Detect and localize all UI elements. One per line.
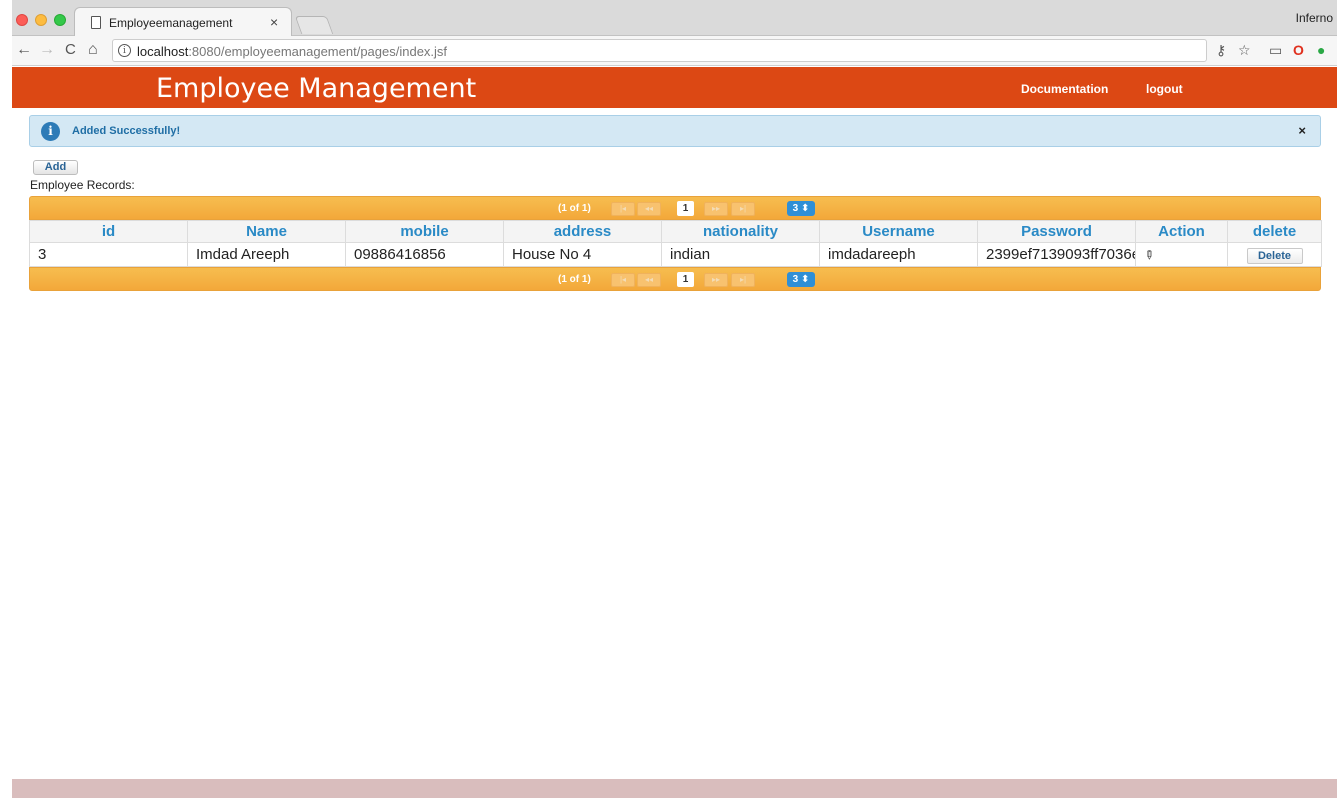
rows-per-page-select[interactable]: 3 ⬍ <box>787 201 815 216</box>
last-page-button[interactable]: ▸| <box>731 273 755 287</box>
prev-page-button[interactable]: ◂◂ <box>637 273 661 287</box>
page-count: (1 of 1) <box>558 274 591 285</box>
browser-tab[interactable]: Employeemanagement × <box>74 7 292 36</box>
success-message: i Added Successfully! × <box>29 115 1321 147</box>
document-icon <box>91 16 101 29</box>
cell-address: House No 4 <box>503 242 662 267</box>
documentation-link[interactable]: Documentation <box>1021 82 1108 96</box>
next-page-button[interactable]: ▸▸ <box>704 273 728 287</box>
add-button[interactable]: Add <box>33 160 78 175</box>
reload-icon[interactable]: C <box>65 41 76 59</box>
back-arrow-icon[interactable]: ← <box>16 41 32 59</box>
profile-name[interactable]: Inferno <box>1296 11 1333 25</box>
forward-arrow-icon[interactable]: → <box>39 41 55 59</box>
next-page-button[interactable]: ▸▸ <box>704 202 728 216</box>
current-page[interactable]: 1 <box>677 201 694 216</box>
header-banner: Employee Management Documentation logout <box>12 67 1337 108</box>
new-tab-button[interactable] <box>294 16 334 34</box>
cell-action: ✎ <box>1135 242 1228 267</box>
column-header-username[interactable]: Username <box>819 220 978 243</box>
records-label: Employee Records: <box>30 178 135 192</box>
current-page[interactable]: 1 <box>677 272 694 287</box>
message-text: Added Successfully! <box>72 125 181 137</box>
close-icon[interactable]: × <box>1298 123 1306 138</box>
employee-table: id Name mobile address nationality Usern… <box>29 220 1322 267</box>
delete-button[interactable]: Delete <box>1246 247 1303 264</box>
column-header-id[interactable]: id <box>29 220 188 243</box>
info-icon: i <box>41 122 60 141</box>
column-header-name[interactable]: Name <box>187 220 346 243</box>
logout-link[interactable]: logout <box>1146 82 1183 96</box>
page-content: Employee Management Documentation logout… <box>12 67 1337 798</box>
cell-delete: Delete <box>1227 242 1322 267</box>
first-page-button[interactable]: |◂ <box>611 273 635 287</box>
table-row: 3 Imdad Areeph 09886416856 House No 4 in… <box>29 242 1322 267</box>
cell-id: 3 <box>29 242 188 267</box>
opera-extension-icon[interactable]: O <box>1293 42 1304 58</box>
green-extension-icon[interactable]: ● <box>1317 42 1325 58</box>
browser-window: Employeemanagement × Inferno ← → C ⌂ i l… <box>12 0 1337 798</box>
maximize-window-button[interactable] <box>54 14 66 26</box>
star-icon[interactable]: ☆ <box>1238 42 1251 58</box>
home-icon[interactable]: ⌂ <box>88 41 98 59</box>
rows-per-page-select[interactable]: 3 ⬍ <box>787 272 815 287</box>
url-host: localhost <box>137 44 189 59</box>
last-page-button[interactable]: ▸| <box>731 202 755 216</box>
minimize-window-button[interactable] <box>35 14 47 26</box>
key-icon[interactable]: ⚷ <box>1216 42 1226 58</box>
app-title: Employee Management <box>156 73 477 104</box>
prev-page-button[interactable]: ◂◂ <box>637 202 661 216</box>
cell-name: Imdad Areeph <box>187 242 346 267</box>
column-header-mobile[interactable]: mobile <box>345 220 504 243</box>
column-header-address[interactable]: address <box>503 220 662 243</box>
page-count: (1 of 1) <box>558 203 591 214</box>
column-header-delete: delete <box>1227 220 1322 243</box>
first-page-button[interactable]: |◂ <box>611 202 635 216</box>
cell-password: 2399ef7139093ff7036e <box>977 242 1136 267</box>
edit-icon[interactable]: ✎ <box>1141 246 1158 263</box>
address-bar[interactable]: i localhost:8080/employeemanagement/page… <box>112 39 1207 62</box>
site-info-icon[interactable]: i <box>118 44 131 57</box>
tab-close-icon[interactable]: × <box>270 14 278 30</box>
close-window-button[interactable] <box>16 14 28 26</box>
cell-mobile: 09886416856 <box>345 242 504 267</box>
table-header-row: id Name mobile address nationality Usern… <box>29 220 1322 243</box>
column-header-action: Action <box>1135 220 1228 243</box>
column-header-password[interactable]: Password <box>977 220 1136 243</box>
cell-username: imdadareeph <box>819 242 978 267</box>
footer-bar <box>12 779 1337 798</box>
paginator-top: (1 of 1) |◂ ◂◂ 1 ▸▸ ▸| 3 ⬍ <box>29 196 1321 220</box>
tab-title: Employeemanagement <box>109 16 233 30</box>
column-header-nationality[interactable]: nationality <box>661 220 820 243</box>
cast-icon[interactable]: ▭ <box>1269 42 1282 58</box>
address-toolbar: ← → C ⌂ i localhost:8080/employeemanagem… <box>12 36 1337 66</box>
paginator-bottom: (1 of 1) |◂ ◂◂ 1 ▸▸ ▸| 3 ⬍ <box>29 267 1321 291</box>
url-path: :8080/employeemanagement/pages/index.jsf <box>188 44 448 59</box>
url-text: localhost:8080/employeemanagement/pages/… <box>137 44 447 59</box>
cell-nationality: indian <box>661 242 820 267</box>
tab-strip: Employeemanagement × Inferno <box>12 0 1337 36</box>
